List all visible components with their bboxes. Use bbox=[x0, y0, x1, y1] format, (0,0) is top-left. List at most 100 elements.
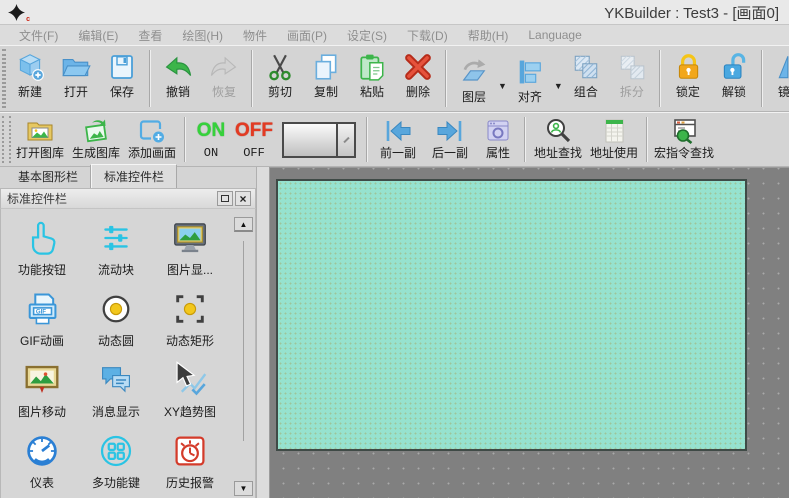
delete-x-icon bbox=[402, 49, 434, 85]
scroll-track[interactable] bbox=[243, 241, 244, 441]
screen-selector-combobox[interactable] bbox=[282, 122, 356, 158]
widget-xy-trend[interactable]: XY趋势图 bbox=[153, 357, 227, 428]
restore-icon bbox=[221, 195, 229, 202]
align-dropdown[interactable]: 对齐 ▼ bbox=[507, 46, 563, 111]
widget-flow-block[interactable]: 流动块 bbox=[79, 215, 153, 286]
widget-gif-animation[interactable]: GIF GIF动画 bbox=[5, 286, 79, 357]
widget-history-alarm[interactable]: 历史报警 bbox=[153, 428, 227, 498]
widget-dynamic-circle[interactable]: 动态圆 bbox=[79, 286, 153, 357]
menu-edit[interactable]: 编辑(E) bbox=[69, 25, 127, 46]
pane-divider[interactable] bbox=[256, 167, 270, 498]
ykbuilder-window: c YKBuilder : Test3 - [画面0] 文件(F) 编辑(E) … bbox=[0, 0, 789, 498]
add-screen-button[interactable]: 添加画面 bbox=[124, 113, 180, 166]
widget-dynamic-rect[interactable]: 动态矩形 bbox=[153, 286, 227, 357]
panel-title-bar: 标准控件栏 × bbox=[0, 188, 256, 209]
cut-button[interactable]: 剪切 bbox=[257, 46, 303, 111]
panel-title: 标准控件栏 bbox=[7, 190, 215, 207]
tab-basic-shapes[interactable]: 基本图形栏 bbox=[6, 165, 91, 188]
gif-printer-icon: GIF bbox=[23, 286, 61, 332]
previous-arrow-icon bbox=[382, 116, 414, 146]
window-title: YKBuilder : Test3 - [画面0] bbox=[604, 2, 781, 23]
generate-gallery-button[interactable]: 生成图库 bbox=[68, 113, 124, 166]
panel-float-button[interactable] bbox=[217, 191, 233, 206]
separator bbox=[761, 50, 763, 107]
scroll-down-button[interactable]: ▼ bbox=[234, 481, 253, 496]
macro-find-button[interactable]: 宏指令查找 bbox=[652, 113, 716, 166]
on-state-icon: ON bbox=[197, 116, 226, 146]
menu-object[interactable]: 物件 bbox=[234, 25, 276, 46]
separator bbox=[366, 117, 368, 162]
screen-canvas[interactable] bbox=[276, 179, 747, 451]
address-find-button[interactable]: 地址查找 bbox=[530, 113, 586, 166]
off-button[interactable]: OFF OFF bbox=[232, 113, 276, 166]
tab-standard-widgets[interactable]: 标准控件栏 bbox=[91, 164, 177, 188]
chevron-down-icon[interactable]: ▼ bbox=[498, 81, 507, 91]
chevron-down-icon[interactable]: ▼ bbox=[554, 81, 563, 91]
sliders-icon bbox=[98, 215, 134, 261]
separator bbox=[524, 117, 526, 162]
dynamic-rect-icon bbox=[171, 286, 209, 332]
on-button[interactable]: ON ON bbox=[190, 113, 232, 166]
widget-message-display[interactable]: 消息显示 bbox=[79, 357, 153, 428]
menu-view[interactable]: 查看 bbox=[129, 25, 171, 46]
menu-screen[interactable]: 画面(P) bbox=[278, 25, 336, 46]
multi-key-icon bbox=[97, 428, 135, 474]
open-button[interactable]: 打开 bbox=[53, 46, 99, 111]
properties-button[interactable]: 属性 bbox=[476, 113, 520, 166]
new-cube-icon bbox=[14, 49, 46, 85]
menu-help[interactable]: 帮助(H) bbox=[459, 25, 518, 46]
panel-close-button[interactable]: × bbox=[235, 191, 251, 206]
widget-picture-move[interactable]: 图片移动 bbox=[5, 357, 79, 428]
panel-scrollbar[interactable]: ▲ ▼ bbox=[234, 211, 253, 496]
scroll-up-button[interactable]: ▲ bbox=[234, 217, 253, 232]
ungroup-button[interactable]: 拆分 bbox=[609, 46, 655, 111]
properties-icon bbox=[484, 116, 512, 146]
layer-button[interactable]: 图层 bbox=[451, 51, 497, 106]
widget-gauge[interactable]: 仪表 bbox=[5, 428, 79, 498]
gallery-folder-icon bbox=[25, 116, 55, 146]
mirror-button[interactable]: 镜像 bbox=[767, 46, 789, 111]
toolbar-grip[interactable] bbox=[2, 49, 6, 108]
chat-bubbles-icon bbox=[97, 357, 135, 403]
delete-button[interactable]: 删除 bbox=[395, 46, 441, 111]
paste-button[interactable]: 粘贴 bbox=[349, 46, 395, 111]
menu-draw[interactable]: 绘图(H) bbox=[173, 25, 232, 46]
svg-text:GIF: GIF bbox=[36, 308, 46, 315]
layer-dropdown[interactable]: 图层 ▼ bbox=[451, 46, 507, 111]
open-folder-icon bbox=[60, 49, 92, 85]
align-button[interactable]: 对齐 bbox=[507, 51, 553, 106]
redo-button[interactable]: 恢复 bbox=[201, 46, 247, 111]
menu-settings[interactable]: 设定(S) bbox=[338, 25, 396, 46]
panel-tabs: 基本图形栏 标准控件栏 bbox=[0, 167, 256, 188]
next-screen-button[interactable]: 后一副 bbox=[424, 113, 476, 166]
new-button[interactable]: 新建 bbox=[7, 46, 53, 111]
copy-button[interactable]: 复制 bbox=[303, 46, 349, 111]
align-icon bbox=[514, 54, 546, 90]
open-gallery-button[interactable]: 打开图库 bbox=[12, 113, 68, 166]
menu-bar: 文件(F) 编辑(E) 查看 绘图(H) 物件 画面(P) 设定(S) 下载(D… bbox=[0, 24, 789, 45]
next-arrow-icon bbox=[434, 116, 466, 146]
main-content: 基本图形栏 标准控件栏 标准控件栏 × 功能按钮 bbox=[0, 167, 789, 498]
save-button[interactable]: 保存 bbox=[99, 46, 145, 111]
widget-multifunction-key[interactable]: 多功能键 bbox=[79, 428, 153, 498]
menu-file[interactable]: 文件(F) bbox=[10, 25, 67, 46]
widget-panel: 功能按钮 流动块 图片显... bbox=[0, 209, 256, 498]
menu-download[interactable]: 下载(D) bbox=[398, 25, 457, 46]
widget-picture-display[interactable]: 图片显... bbox=[153, 215, 227, 286]
widget-function-button[interactable]: 功能按钮 bbox=[5, 215, 79, 286]
combobox-drop-button[interactable] bbox=[336, 124, 354, 156]
menu-language[interactable]: Language bbox=[519, 26, 590, 44]
undo-button[interactable]: 撤销 bbox=[155, 46, 201, 111]
off-state-icon: OFF bbox=[235, 116, 273, 146]
dynamic-circle-icon bbox=[97, 286, 135, 332]
previous-screen-button[interactable]: 前一副 bbox=[372, 113, 424, 166]
monitor-picture-icon bbox=[170, 215, 210, 261]
separator bbox=[646, 117, 648, 162]
group-button[interactable]: 组合 bbox=[563, 46, 609, 111]
editor-workspace[interactable] bbox=[270, 167, 789, 498]
left-pane: 基本图形栏 标准控件栏 标准控件栏 × 功能按钮 bbox=[0, 167, 256, 498]
unlock-button[interactable]: 解锁 bbox=[711, 46, 757, 111]
lock-button[interactable]: 锁定 bbox=[665, 46, 711, 111]
toolbar-grip[interactable] bbox=[2, 116, 11, 163]
address-usage-button[interactable]: 地址使用 bbox=[586, 113, 642, 166]
